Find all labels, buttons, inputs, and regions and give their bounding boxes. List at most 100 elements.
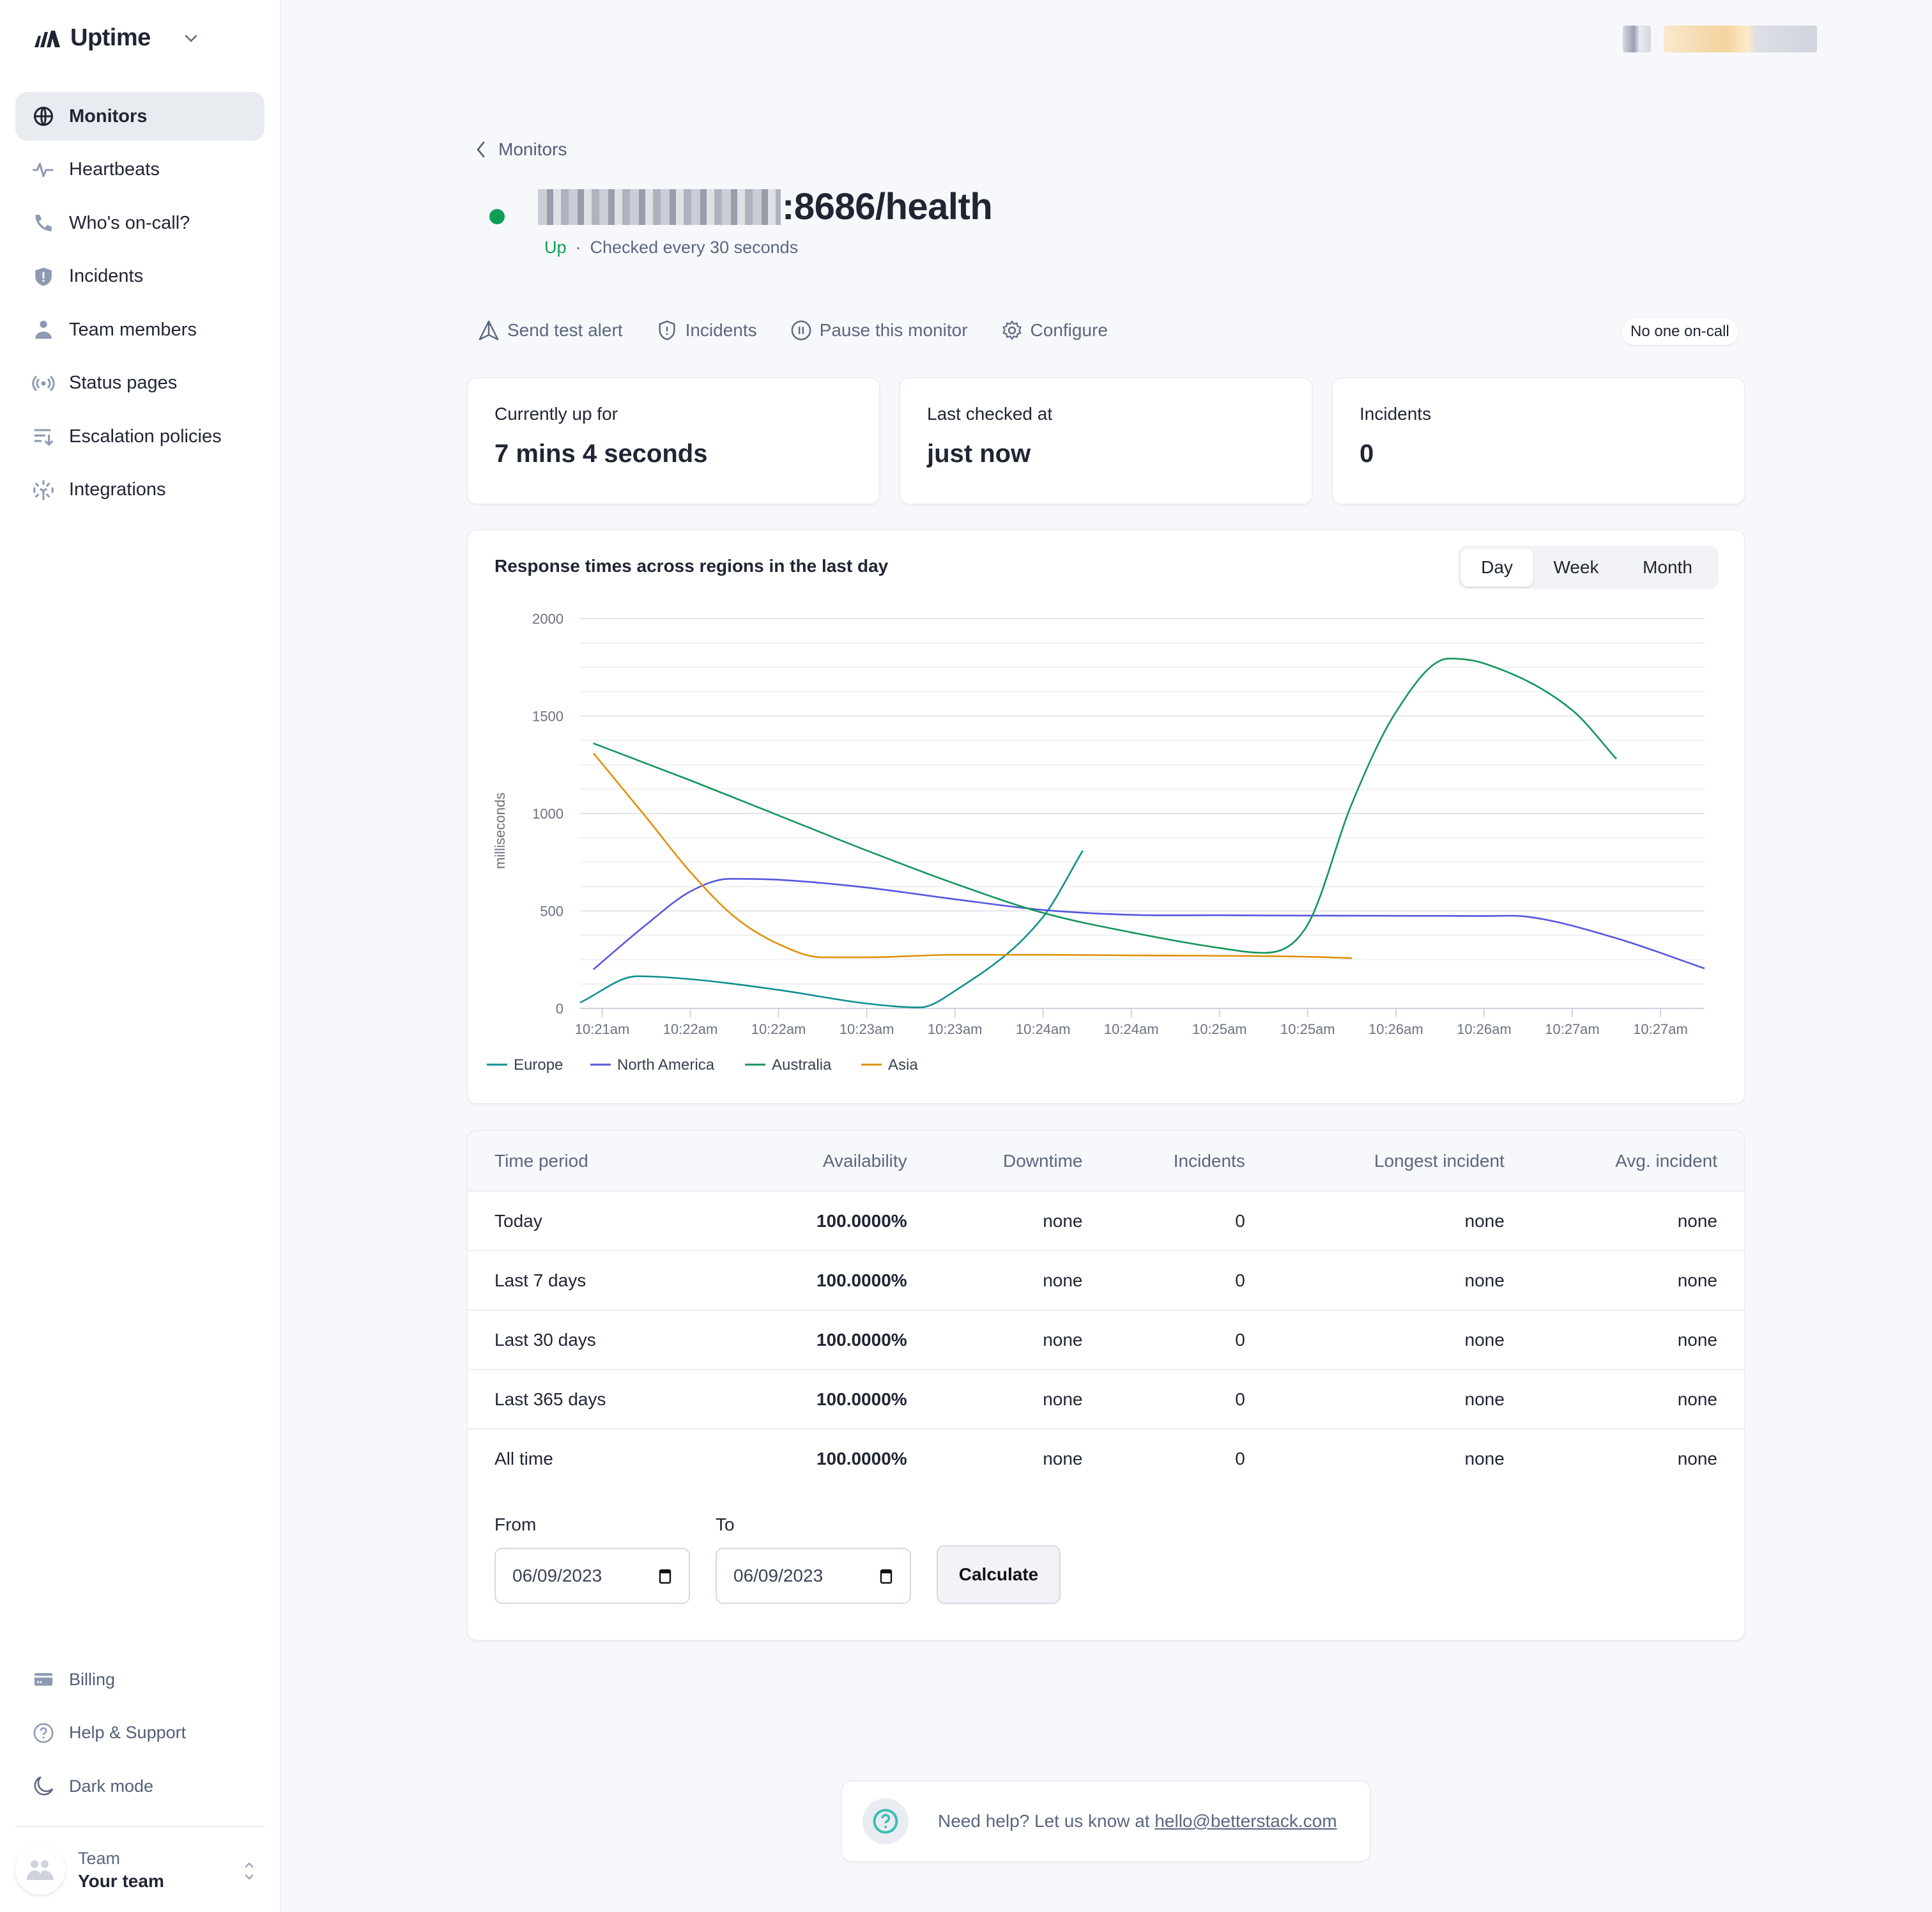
table-cell: none: [1677, 1270, 1717, 1290]
chevron-left-icon: [477, 141, 485, 158]
pause-monitor-button[interactable]: Pause this monitor: [790, 320, 968, 341]
action-label: Configure: [1030, 320, 1108, 340]
monitor-subtitle: Up · Checked every 30 seconds: [544, 238, 798, 258]
table-cell: 0: [1235, 1389, 1245, 1409]
table-cell: none: [1677, 1210, 1717, 1231]
y-tick-label: 1500: [532, 709, 564, 725]
response-times-card: Response times across regions in the las…: [468, 530, 1744, 1103]
phone-icon: [32, 212, 55, 235]
table-cell: 0: [1235, 1210, 1245, 1231]
help-banner: Need help? Let us know at hello@betterst…: [842, 1782, 1370, 1861]
integrations-icon: [32, 479, 55, 502]
sidebar-item-billing[interactable]: Billing: [15, 1655, 264, 1704]
calendar-icon[interactable]: [879, 1568, 893, 1584]
range-tabs: Day Week Month: [1458, 546, 1719, 589]
sidebar-item-monitors[interactable]: Monitors: [15, 92, 264, 141]
monitor-title: :8686/health: [538, 185, 993, 228]
x-tick-label: 10:24am: [1104, 1021, 1159, 1037]
x-tick-label: 10:25am: [1280, 1021, 1335, 1037]
separator: ·: [575, 238, 581, 257]
legend-item[interactable]: Australia: [745, 1056, 832, 1074]
to-label: To: [716, 1515, 735, 1534]
stat-card-last-checked: Last checked at just now: [900, 378, 1312, 504]
response-times-chart: 0500100015002000 milliseconds 10:21am 10:…: [487, 611, 1705, 1074]
table-cell: none: [1464, 1210, 1505, 1231]
x-tick-label: 10:22am: [751, 1021, 806, 1037]
x-tick-label: 10:26am: [1368, 1021, 1423, 1037]
sidebar-item-incidents[interactable]: Incidents: [15, 252, 264, 301]
legend-item[interactable]: Europe: [487, 1056, 563, 1074]
monitor-header: :8686/health: [489, 185, 993, 228]
action-label: Send test alert: [507, 320, 623, 340]
sidebar-item-on-call[interactable]: Who's on-call?: [15, 199, 264, 247]
team-switcher[interactable]: Team Your team: [15, 1844, 264, 1895]
chart-series: [579, 658, 1705, 1008]
brand-switcher[interactable]: Uptime: [33, 24, 199, 52]
chart-grid: [580, 618, 1705, 985]
chevron-up-down-icon: [245, 1862, 254, 1880]
table-cell: 100.0000%: [816, 1270, 907, 1290]
tab-day[interactable]: Day: [1460, 548, 1533, 587]
sidebar-item-label: Dark mode: [69, 1776, 154, 1796]
availability-table-card: Time period Availability Downtime Incide…: [468, 1131, 1744, 1640]
chart-title: Response times across regions in the las…: [494, 556, 889, 576]
x-tick-label: 10:24am: [1016, 1021, 1071, 1037]
chevron-down-icon: [185, 35, 197, 42]
table-row: Last 365 days 100.0000% none 0 none none: [468, 1369, 1744, 1429]
back-to-monitors-link[interactable]: Monitors: [474, 139, 567, 160]
incidents-button[interactable]: Incidents: [656, 320, 757, 341]
series-line-asia: [592, 752, 1352, 959]
sidebar-item-heartbeats[interactable]: Heartbeats: [15, 146, 264, 194]
legend-item[interactable]: North America: [590, 1056, 715, 1074]
table-cell: none: [1677, 1329, 1717, 1350]
configure-button[interactable]: Configure: [1001, 320, 1108, 341]
sidebar-bottom-nav: Billing Help & Support Dark mode: [15, 1655, 264, 1816]
sidebar-divider: [15, 1826, 264, 1827]
gear-icon: [1002, 320, 1022, 340]
monitor-actions: Send test alert Incidents Pause this mon…: [478, 320, 1108, 341]
shield-alert-icon: [32, 265, 55, 288]
calculate-button[interactable]: Calculate: [937, 1545, 1061, 1604]
sidebar-nav: Monitors Heartbeats Who's on-call? Incid…: [15, 92, 264, 519]
back-label: Monitors: [498, 139, 567, 159]
sidebar: Uptime Monitors Heartbeats Who's on-call…: [0, 0, 281, 1912]
help-circle-icon: [862, 1798, 908, 1844]
sidebar-item-dark-mode[interactable]: Dark mode: [15, 1762, 264, 1810]
table-cell: Last 7 days: [494, 1270, 586, 1290]
table-cell: Last 365 days: [494, 1389, 606, 1409]
status-indicator-dot: [489, 208, 505, 224]
user-menu[interactable]: [1623, 26, 1817, 52]
sidebar-item-label: Billing: [69, 1669, 116, 1689]
support-email-link[interactable]: hello@betterstack.com: [1154, 1811, 1337, 1831]
x-tick-label: 10:25am: [1192, 1021, 1247, 1037]
x-tick-label: 10:23am: [928, 1021, 983, 1037]
to-date-input[interactable]: 06/09/2023: [716, 1548, 911, 1604]
sidebar-item-integrations[interactable]: Integrations: [15, 466, 264, 514]
availability-table: Time period Availability Downtime Incide…: [468, 1131, 1744, 1488]
team-label: Team: [78, 1848, 121, 1868]
x-axis: 10:21am 10:22am 10:22am 10:23am 10:23am 10:24…: [575, 1008, 1705, 1037]
send-test-alert-button[interactable]: Send test alert: [478, 320, 623, 341]
table-cell: none: [1043, 1210, 1083, 1231]
tab-week[interactable]: Week: [1533, 548, 1619, 587]
sidebar-item-label: Status pages: [69, 373, 178, 393]
legend-item[interactable]: Asia: [861, 1056, 918, 1074]
sidebar-item-escalation-policies[interactable]: Escalation policies: [15, 412, 264, 461]
table-cell: none: [1464, 1329, 1505, 1350]
table-cell: none: [1464, 1270, 1505, 1290]
column-header: Longest incident: [1374, 1150, 1505, 1171]
from-date-value: 06/09/2023: [512, 1566, 602, 1585]
table-cell: 0: [1235, 1329, 1245, 1350]
stat-card-uptime: Currently up for 7 mins 4 seconds: [468, 378, 879, 504]
legend-label: Europe: [514, 1056, 563, 1074]
redacted-host: [538, 189, 781, 225]
calendar-icon[interactable]: [658, 1568, 672, 1584]
sidebar-item-label: Escalation policies: [69, 426, 222, 447]
table-cell: Today: [494, 1210, 542, 1231]
sidebar-item-status-pages[interactable]: Status pages: [15, 359, 264, 408]
sidebar-item-team-members[interactable]: Team members: [15, 305, 264, 354]
from-date-input[interactable]: 06/09/2023: [494, 1548, 690, 1604]
shield-alert-icon: [659, 320, 675, 341]
tab-month[interactable]: Month: [1619, 548, 1716, 587]
sidebar-item-help-support[interactable]: Help & Support: [15, 1709, 264, 1757]
